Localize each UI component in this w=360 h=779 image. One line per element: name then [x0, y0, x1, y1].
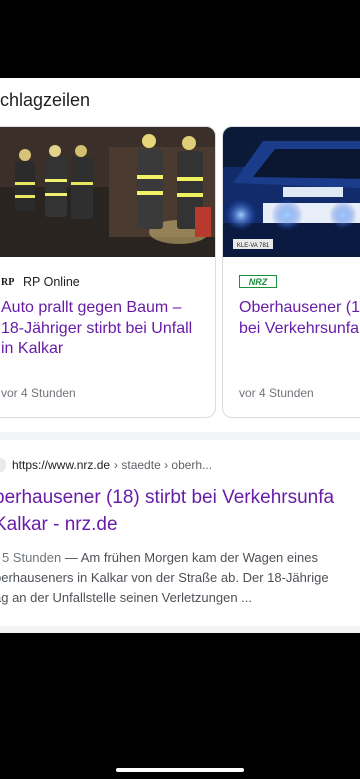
- home-indicator[interactable]: [116, 768, 244, 772]
- top-stories-heading: chlagzeilen: [0, 90, 91, 110]
- search-results-content: chlagzeilen RP RP Online Auto prallt geg…: [0, 78, 360, 633]
- phone-screen: chlagzeilen RP RP Online Auto prallt geg…: [0, 0, 360, 779]
- result-title-link[interactable]: berhausener (18) stirbt bei Verkehrsunfa…: [0, 484, 360, 538]
- title-line: in Kalkar: [1, 340, 64, 357]
- search-result-nrz[interactable]: https://www.nrz.de › staedte › oberh... …: [0, 440, 360, 626]
- url-breadcrumb: › staedte › oberh...: [114, 458, 213, 472]
- title-line: Kalkar - nrz.de: [0, 514, 118, 535]
- news-card-time: vor 4 Stunden: [239, 386, 314, 400]
- title-line: Auto prallt gegen Baum –: [1, 299, 182, 316]
- section-divider: [0, 432, 360, 440]
- card-image-police-car: KLE-VA 781: [223, 127, 360, 257]
- source-name: RP Online: [23, 275, 80, 289]
- news-source: RP RP Online: [1, 275, 80, 289]
- result-url[interactable]: https://www.nrz.de › staedte › oberh...: [0, 458, 212, 472]
- news-card-title[interactable]: Auto prallt gegen Baum – 18-Jähriger sti…: [1, 298, 211, 360]
- url-domain: https://www.nrz.de: [12, 458, 111, 472]
- favicon: [0, 458, 6, 472]
- license-plate: KLE-VA 781: [237, 243, 270, 249]
- title-line: Oberhausener (18: [239, 299, 360, 316]
- firefighters-image: [0, 127, 215, 257]
- police-car-image: KLE-VA 781: [223, 127, 360, 257]
- news-card-rp-online[interactable]: RP RP Online Auto prallt gegen Baum – 18…: [0, 126, 216, 418]
- card-image-firefighters: [0, 127, 215, 257]
- result-snippet: r 5 Stunden — Am frühen Morgen kam der W…: [0, 548, 360, 608]
- title-line: bei Verkehrsunfa: [239, 319, 360, 337]
- bottom-divider: [0, 626, 360, 633]
- title-line: berhausener (18) stirbt bei Verkehrsunfa: [0, 487, 335, 508]
- news-card-time: vor 4 Stunden: [1, 386, 76, 400]
- snippet-line: — Am frühen Morgen kam der Wagen eines: [61, 550, 318, 565]
- snippet-date: r 5 Stunden: [0, 550, 62, 565]
- rp-online-logo: RP: [1, 276, 15, 288]
- title-line: 18-Jähriger stirbt bei Unfall: [1, 319, 193, 337]
- snippet-line: berhauseners in Kalkar von der Straße ab…: [0, 570, 329, 585]
- news-source: NRZ: [239, 275, 277, 288]
- snippet-line: ag an der Unfallstelle seinen Verletzung…: [0, 590, 253, 605]
- news-card-title[interactable]: Oberhausener (18 bei Verkehrsunfa: [239, 298, 360, 339]
- news-card-nrz[interactable]: KLE-VA 781 NRZ Oberhausener (18 bei Verk…: [222, 126, 360, 418]
- nrz-logo: NRZ: [239, 275, 277, 288]
